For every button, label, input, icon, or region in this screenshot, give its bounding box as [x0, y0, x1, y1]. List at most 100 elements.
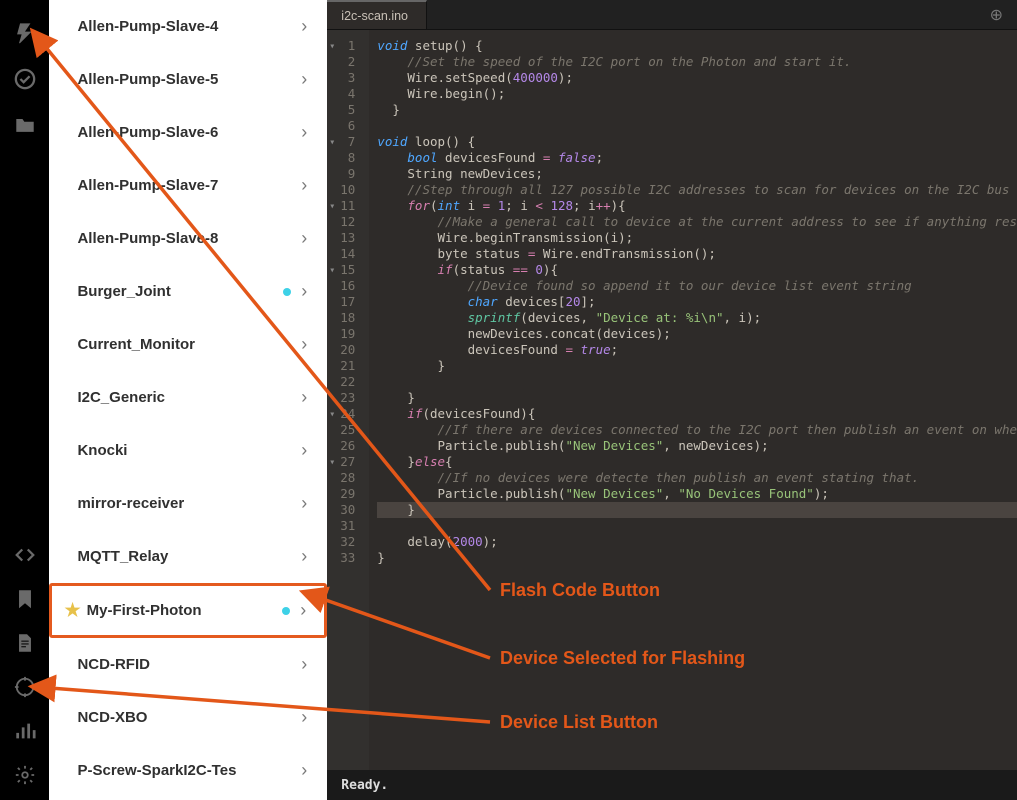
code-line[interactable]: devicesFound = true;	[377, 342, 1017, 358]
device-item[interactable]: Current_Monitor›	[49, 318, 327, 371]
code-line[interactable]: void loop() {	[377, 134, 1017, 150]
code-icon[interactable]	[14, 544, 36, 566]
line-number: 17	[327, 294, 361, 310]
code-line[interactable]: }	[377, 502, 1017, 518]
code-line[interactable]: newDevices.concat(devices);	[377, 326, 1017, 342]
line-number: ▾1	[327, 38, 361, 54]
tab-add-icon[interactable]: ⊕	[990, 5, 1003, 25]
code-line[interactable]: String newDevices;	[377, 166, 1017, 182]
status-text: Ready.	[341, 778, 388, 793]
code-line[interactable]: }	[377, 102, 1017, 118]
line-gutter[interactable]: ▾123456▾78910▾11121314▾15161718192021222…	[327, 30, 369, 770]
code-line[interactable]: for(int i = 1; i < 128; i++){	[377, 198, 1017, 214]
rail-bottom-group	[0, 544, 49, 786]
line-number: ▾15	[327, 262, 361, 278]
device-item[interactable]: Allen-Pump-Slave-8›	[49, 212, 327, 265]
code-line[interactable]: if(devicesFound){	[377, 406, 1017, 422]
line-number: 6	[327, 118, 361, 134]
line-number: 2	[327, 54, 361, 70]
line-number: 8	[327, 150, 361, 166]
code-line[interactable]: bool devicesFound = false;	[377, 150, 1017, 166]
settings-icon[interactable]	[14, 764, 36, 786]
code-line[interactable]: char devices[20];	[377, 294, 1017, 310]
code-line[interactable]: Wire.beginTransmission(i);	[377, 230, 1017, 246]
line-number: 29	[327, 486, 361, 502]
device-name: Allen-Pump-Slave-8	[77, 230, 301, 247]
device-name: Allen-Pump-Slave-4	[77, 18, 301, 35]
device-name: Allen-Pump-Slave-7	[77, 177, 301, 194]
line-number: ▾24	[327, 406, 361, 422]
code-line[interactable]: }else{	[377, 454, 1017, 470]
code-line[interactable]: //Make a general call to device at the c…	[377, 214, 1017, 230]
code-line[interactable]	[377, 374, 1017, 390]
device-item[interactable]: Allen-Pump-Slave-5›	[49, 53, 327, 106]
code-line[interactable]: }	[377, 358, 1017, 374]
device-name: My-First-Photon	[87, 602, 273, 619]
chevron-right-icon: ›	[301, 334, 307, 355]
line-number: ▾7	[327, 134, 361, 150]
code-line[interactable]: sprintf(devices, "Device at: %i\n", i);	[377, 310, 1017, 326]
device-list-pane[interactable]: Allen-Pump-Slave-4›Allen-Pump-Slave-5›Al…	[49, 0, 327, 800]
stats-icon[interactable]	[14, 720, 36, 742]
code-line[interactable]: Particle.publish("New Devices", "No Devi…	[377, 486, 1017, 502]
device-item[interactable]: I2C_Generic›	[49, 371, 327, 424]
device-name: mirror-receiver	[77, 495, 301, 512]
line-number: 14	[327, 246, 361, 262]
code-line[interactable]: //Step through all 127 possible I2C addr…	[377, 182, 1017, 198]
chevron-right-icon: ›	[301, 69, 307, 90]
code-line[interactable]: Wire.setSpeed(400000);	[377, 70, 1017, 86]
doc-icon[interactable]	[14, 632, 36, 654]
code-line[interactable]	[377, 518, 1017, 534]
device-item[interactable]: MQTT_Relay›	[49, 530, 327, 583]
code-line[interactable]: //Set the speed of the I2C port on the P…	[377, 54, 1017, 70]
folder-icon[interactable]	[14, 114, 36, 136]
line-number: 21	[327, 358, 361, 374]
flash-icon[interactable]	[14, 22, 36, 44]
target-icon[interactable]	[14, 676, 36, 698]
code-line[interactable]: void setup() {	[377, 38, 1017, 54]
chevron-right-icon: ›	[301, 228, 307, 249]
device-item[interactable]: NCD-XBO›	[49, 691, 327, 744]
code-line[interactable]: byte status = Wire.endTransmission();	[377, 246, 1017, 262]
line-number: 19	[327, 326, 361, 342]
line-number: 4	[327, 86, 361, 102]
device-name: NCD-RFID	[77, 656, 301, 673]
icon-rail	[0, 0, 49, 800]
device-name: Allen-Pump-Slave-6	[77, 124, 301, 141]
code-line[interactable]: //If no devices were detecte then publis…	[377, 470, 1017, 486]
device-name: Knocki	[77, 442, 301, 459]
device-item[interactable]: Allen-Pump-Slave-4›	[49, 0, 327, 53]
code-line[interactable]: if(status == 0){	[377, 262, 1017, 278]
device-name: Burger_Joint	[77, 283, 273, 300]
chevron-right-icon: ›	[301, 122, 307, 143]
code-line[interactable]: Wire.begin();	[377, 86, 1017, 102]
device-item[interactable]: Knocki›	[49, 424, 327, 477]
code-line[interactable]: delay(2000);	[377, 534, 1017, 550]
device-item[interactable]: Burger_Joint›	[49, 265, 327, 318]
device-item[interactable]: NCD-RFID›	[49, 638, 327, 691]
tab-bar: i2c-scan.ino ⊕	[327, 0, 1017, 30]
star-icon: ★	[64, 600, 80, 621]
device-item[interactable]: ★My-First-Photon›	[49, 583, 327, 638]
code-line[interactable]	[377, 118, 1017, 134]
device-name: Current_Monitor	[77, 336, 301, 353]
online-dot	[283, 288, 291, 296]
bookmark-icon[interactable]	[14, 588, 36, 610]
file-tab[interactable]: i2c-scan.ino	[327, 0, 427, 29]
chevron-right-icon: ›	[301, 654, 307, 675]
line-number: 25	[327, 422, 361, 438]
device-item[interactable]: mirror-receiver›	[49, 477, 327, 530]
line-number: 33	[327, 550, 361, 566]
code-line[interactable]: //Device found so append it to our devic…	[377, 278, 1017, 294]
verify-icon[interactable]	[14, 68, 36, 90]
line-number: 18	[327, 310, 361, 326]
code-line[interactable]: //If there are devices connected to the …	[377, 422, 1017, 438]
device-item[interactable]: Allen-Pump-Slave-7›	[49, 159, 327, 212]
code-line[interactable]: }	[377, 550, 1017, 566]
editor-area: i2c-scan.ino ⊕ ▾123456▾78910▾11121314▾15…	[327, 0, 1017, 800]
code-line[interactable]: Particle.publish("New Devices", newDevic…	[377, 438, 1017, 454]
device-item[interactable]: P-Screw-SparkI2C-Tes›	[49, 744, 327, 797]
code-line[interactable]: }	[377, 390, 1017, 406]
device-item[interactable]: Allen-Pump-Slave-6›	[49, 106, 327, 159]
line-number: 9	[327, 166, 361, 182]
